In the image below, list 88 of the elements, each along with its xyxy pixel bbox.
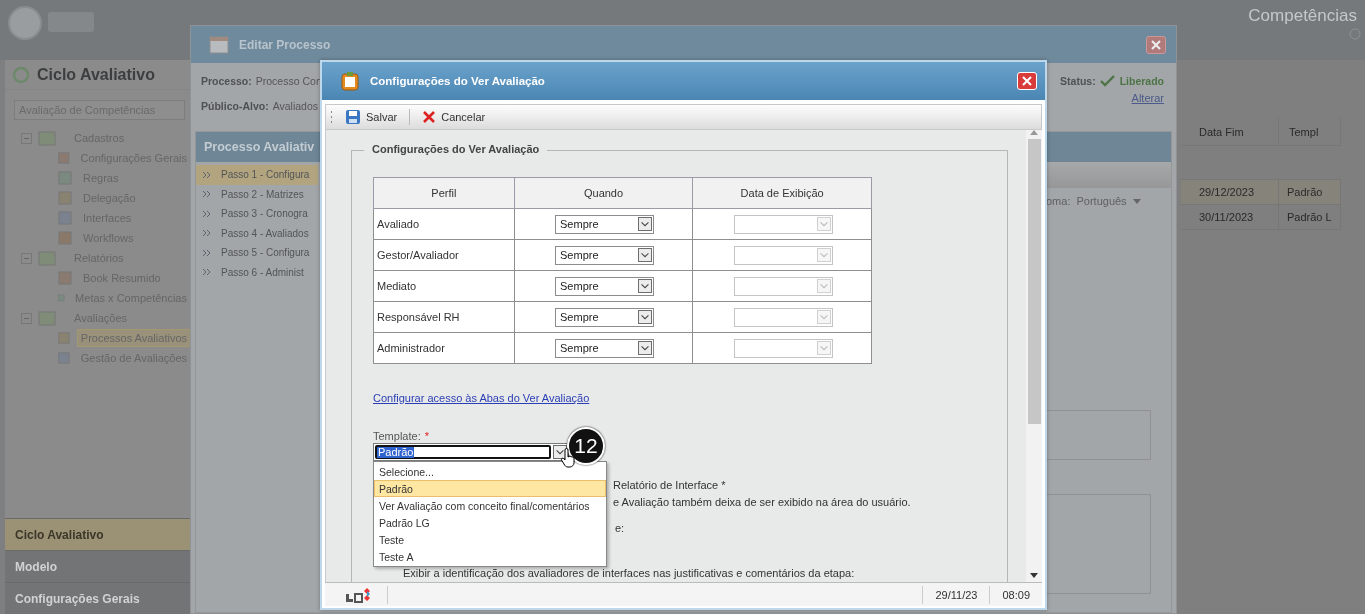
form-text: e:	[615, 522, 625, 534]
dropdown-option[interactable]: Teste	[374, 531, 606, 548]
clipboard-icon	[340, 71, 360, 91]
close-button[interactable]	[1146, 35, 1166, 54]
floppy-icon	[345, 109, 361, 125]
accordion-bar[interactable]: Ciclo Avaliativo	[5, 518, 191, 550]
save-button[interactable]: Salvar	[341, 107, 402, 127]
audience-field: Público-Alvo: Avaliados	[201, 100, 318, 112]
template-label: Template:	[373, 430, 421, 442]
language-label: oma:	[1046, 195, 1071, 207]
app-title: Competências	[1248, 6, 1357, 26]
close-icon	[422, 110, 437, 124]
double-chevron-icon	[202, 190, 212, 199]
required-mark: *	[424, 430, 429, 442]
window-title: Editar Processo	[239, 37, 331, 52]
when-select[interactable]: Sempre	[555, 307, 655, 327]
dropdown-option[interactable]: Ver Avaliação com conceito final/comentários	[374, 497, 606, 514]
scrollbar[interactable]	[1026, 130, 1042, 582]
form-text: Exibir a identificação dos avaliadores de interfaces nas justificativas e comentários da etapa:	[403, 567, 855, 579]
dropdown-option[interactable]: Teste A	[374, 548, 606, 565]
dropdown-option[interactable]: Padrão LG	[374, 514, 606, 531]
step-item[interactable]: Passo 6 - Administ	[196, 262, 318, 282]
collapse-icon[interactable]	[21, 252, 32, 264]
accordion-bar[interactable]: Modelo	[5, 550, 191, 582]
step-badge: 12	[567, 427, 605, 465]
caret-icon[interactable]	[1132, 198, 1141, 204]
step-item[interactable]: Passo 1 - Configura	[196, 165, 318, 185]
app-logo[interactable]	[8, 6, 42, 40]
form-text: e Avaliação também deixa de ser exibido na área do usuário.	[613, 496, 911, 508]
double-chevron-icon	[202, 248, 212, 257]
document-icon	[57, 230, 73, 246]
when-select[interactable]: Sempre	[555, 276, 655, 296]
grip-icon	[330, 110, 333, 124]
document-icon	[57, 190, 73, 206]
step-item[interactable]: Passo 3 - Cronogra	[196, 204, 318, 224]
document-icon	[57, 330, 71, 346]
table-cell: 30/11/2023	[1181, 205, 1279, 229]
double-chevron-icon	[202, 209, 212, 218]
dropdown-option[interactable]: Selecione...	[374, 463, 606, 480]
table-cell: Avaliado	[373, 208, 515, 240]
language-select[interactable]: Português	[1076, 195, 1127, 207]
document-icon	[57, 150, 71, 166]
collapse-icon[interactable]	[21, 312, 32, 324]
table-cell: Administrador	[373, 332, 515, 364]
table-cell: Mediato	[373, 270, 515, 302]
table-cell: Padrão L	[1279, 205, 1341, 229]
collapse-icon[interactable]	[21, 132, 32, 144]
close-icon	[1022, 76, 1032, 86]
company-logo	[345, 586, 371, 603]
step-item[interactable]: Passo 5 - Configura	[196, 243, 318, 263]
status-date: 29/11/23	[922, 585, 990, 604]
step-item[interactable]: Passo 2 - Matrizes	[196, 184, 318, 204]
column-header[interactable]: Templ	[1279, 118, 1341, 145]
form-text: Relatório de Interface *	[613, 479, 726, 491]
dropdown-option[interactable]: Padrão	[374, 480, 606, 497]
cancel-button[interactable]: Cancelar	[418, 108, 490, 126]
change-link[interactable]: Alterar	[1131, 92, 1164, 104]
dialog-title: Configurações do Ver Avaliação	[370, 75, 545, 87]
status-time: 08:09	[989, 585, 1042, 604]
when-select[interactable]: Sempre	[555, 245, 655, 265]
status-value: Liberado	[1119, 75, 1164, 87]
template-select[interactable]: Padrão	[373, 443, 569, 461]
double-chevron-icon	[202, 268, 212, 277]
column-header[interactable]: Data Fim	[1181, 118, 1279, 145]
cycle-icon	[11, 64, 31, 85]
double-chevron-icon	[202, 170, 212, 179]
when-select[interactable]: Sempre	[555, 338, 655, 358]
check-icon	[1099, 75, 1116, 87]
tabs-access-link[interactable]: Configurar acesso às Abas do Ver Avaliação	[373, 392, 590, 404]
table-cell: Gestor/Avaliador	[373, 239, 515, 271]
document-icon	[57, 270, 73, 286]
scroll-down-icon[interactable]	[1030, 573, 1038, 578]
column-header: Data de Exibição	[692, 177, 872, 209]
module-title: Ciclo Avaliativo	[37, 65, 155, 84]
when-select[interactable]: Sempre	[555, 214, 655, 234]
table-cell: 29/12/2023	[1181, 180, 1279, 204]
double-chevron-icon	[202, 229, 212, 238]
window-icon	[209, 35, 229, 54]
table-cell: Responsável RH	[373, 301, 515, 333]
column-header: Perfil	[373, 177, 515, 209]
group-title: Configurações do Ver Avaliação	[364, 143, 548, 155]
table-cell: Padrão	[1279, 180, 1341, 204]
column-header: Quando	[514, 177, 693, 209]
panel-title: Processo Avaliativ	[204, 140, 315, 154]
step-item[interactable]: Passo 4 - Avaliados	[196, 223, 318, 243]
status-label: Status:	[1060, 75, 1096, 87]
accordion-bar[interactable]: Configurações Gerais	[5, 582, 191, 614]
close-icon	[1151, 39, 1161, 50]
